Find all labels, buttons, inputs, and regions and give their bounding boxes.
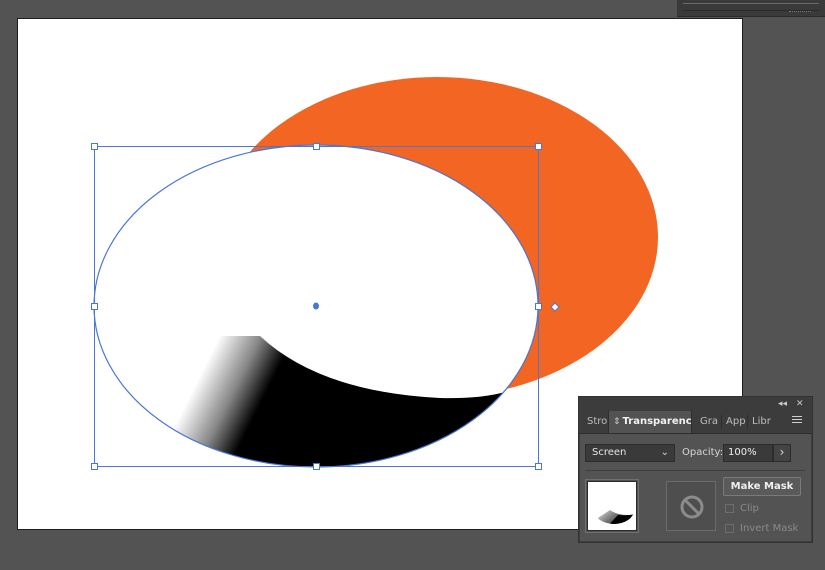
blend-mode-select[interactable]: Screen ⌄ bbox=[585, 444, 675, 462]
handle-top-right[interactable] bbox=[535, 143, 542, 150]
hamburger-menu-icon[interactable] bbox=[792, 416, 802, 424]
handle-top-left[interactable] bbox=[91, 143, 98, 150]
object-thumbnail[interactable] bbox=[585, 479, 639, 533]
panel-tabbar: Stro ⇕ Transparency Gra App Libr bbox=[579, 411, 812, 434]
invert-mask-label: Invert Mask bbox=[740, 523, 799, 534]
clip-checkbox-row[interactable]: Clip bbox=[725, 502, 759, 516]
mask-thumbnail-slot[interactable] bbox=[666, 481, 716, 531]
handle-bottom-center[interactable] bbox=[313, 463, 320, 470]
invert-mask-checkbox[interactable] bbox=[725, 523, 734, 533]
tab-gradient[interactable]: Gra bbox=[696, 411, 720, 433]
tab-transparency[interactable]: ⇕ Transparency bbox=[608, 411, 692, 433]
center-point bbox=[313, 302, 319, 310]
tab-appearance[interactable]: App bbox=[722, 411, 747, 433]
panel-titlebar[interactable]: ◂◂ ✕ bbox=[579, 397, 812, 411]
clip-label: Clip bbox=[740, 503, 759, 514]
close-icon[interactable]: ✕ bbox=[796, 398, 804, 410]
chevron-right-icon[interactable]: › bbox=[773, 444, 791, 462]
handle-middle-left[interactable] bbox=[91, 303, 98, 310]
handle-bottom-left[interactable] bbox=[91, 463, 98, 470]
tab-stroke[interactable]: Stro bbox=[583, 411, 609, 433]
blend-mode-value: Screen bbox=[592, 447, 627, 458]
tab-libraries[interactable]: Libr bbox=[748, 411, 774, 433]
make-mask-button[interactable]: Make Mask bbox=[723, 477, 801, 496]
panel-strip-grip[interactable] bbox=[789, 11, 811, 14]
panel-strip-bar bbox=[683, 3, 819, 11]
prohibited-icon bbox=[680, 495, 704, 519]
handle-middle-right[interactable] bbox=[535, 303, 542, 310]
opacity-label: Opacity: bbox=[682, 447, 724, 458]
sort-arrows-icon: ⇕ bbox=[613, 417, 621, 427]
clip-checkbox[interactable] bbox=[725, 503, 734, 513]
panel-divider bbox=[585, 470, 805, 471]
chevron-down-icon: ⌄ bbox=[660, 447, 669, 458]
opacity-input[interactable]: 100% bbox=[723, 444, 773, 462]
double-chevron-left-icon[interactable]: ◂◂ bbox=[778, 398, 787, 410]
handle-bottom-right[interactable] bbox=[535, 463, 542, 470]
invert-mask-checkbox-row[interactable]: Invert Mask bbox=[725, 522, 798, 536]
handle-top-center[interactable] bbox=[313, 143, 320, 150]
docked-panel-strip bbox=[677, 0, 825, 17]
transparency-panel: ◂◂ ✕ Stro ⇕ Transparency Gra App Libr Scr… bbox=[578, 396, 813, 543]
